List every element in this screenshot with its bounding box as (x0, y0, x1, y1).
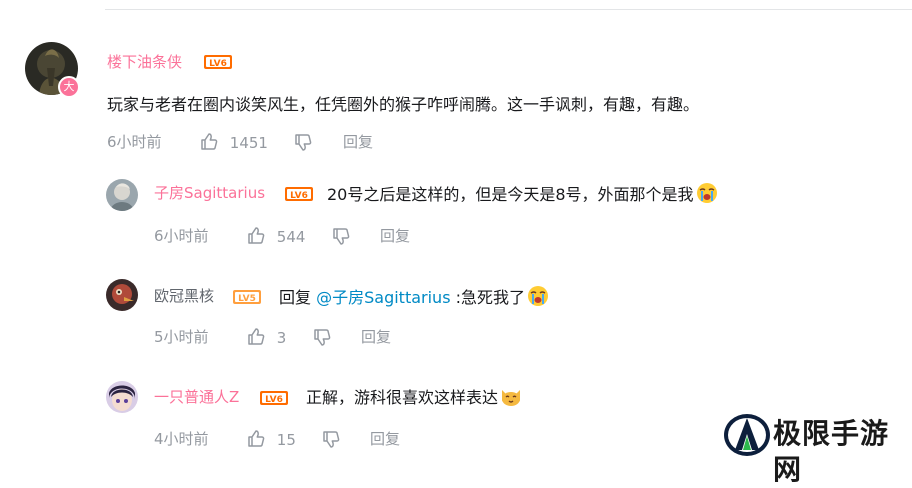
reply-content: :急死我了 (455, 288, 526, 307)
reply-content: 正解，游科很喜欢这样表达 (306, 388, 499, 407)
level-badge-icon: LV5 (233, 290, 261, 304)
like-count: 15 (276, 431, 296, 449)
like-icon (246, 429, 266, 449)
dislike-icon (331, 226, 351, 246)
crying-face-emoji (526, 284, 550, 308)
reply-text: 正解，游科很喜欢这样表达 (306, 384, 523, 410)
avatar[interactable] (106, 381, 138, 413)
vip-badge: 大 (58, 76, 80, 98)
reply-text: 20号之后是这样的，但是今天是8号，外面那个是我 (327, 181, 719, 207)
reply-prefix: 回复 (279, 288, 312, 307)
comment-time: 5小时前 (154, 328, 209, 346)
reply-button[interactable]: 回复 (361, 327, 391, 347)
reply-text: 回复 @子房Sagittarius :急死我了 (279, 284, 550, 310)
avatar[interactable] (106, 279, 138, 311)
username[interactable]: 欧冠黑核 (154, 286, 214, 306)
watermark-text: 极限手游网 (773, 417, 890, 486)
comment-text: 玩家与老者在圈内谈笑风生，任凭圈外的猴子咋呼闹腾。这一手讽刺，有趣，有趣。 (107, 95, 700, 114)
username[interactable]: 子房Sagittarius (154, 183, 265, 203)
divider (105, 9, 912, 10)
comment-meta: 6小时前 1451 回复 (107, 132, 407, 152)
cat-face-emoji (499, 384, 523, 408)
dislike-button[interactable] (321, 429, 341, 450)
like-button[interactable]: 544 (246, 226, 305, 247)
dislike-button[interactable] (331, 226, 351, 247)
username[interactable]: 楼下油条侠 (107, 52, 182, 72)
level-badge-icon: LV6 (285, 187, 313, 201)
svg-text:LV6: LV6 (290, 191, 308, 201)
svg-text:LV6: LV6 (265, 395, 283, 405)
dislike-button[interactable] (293, 132, 313, 153)
reply-content: 20号之后是这样的，但是今天是8号，外面那个是我 (327, 185, 694, 204)
comment-time: 6小时前 (107, 133, 162, 151)
reply-button[interactable]: 回复 (343, 132, 373, 152)
user-mention-link[interactable]: @子房Sagittarius (316, 288, 450, 307)
comment-meta: 6小时前 544 回复 (154, 226, 454, 246)
level-badge-icon: LV6 (204, 55, 232, 69)
reply-button[interactable]: 回复 (380, 226, 410, 246)
dislike-button[interactable] (312, 327, 332, 348)
avatar[interactable] (106, 179, 138, 211)
like-count: 1451 (229, 134, 268, 152)
dislike-icon (312, 327, 332, 347)
watermark-logo-icon (723, 412, 771, 457)
level-badge-icon: LV6 (260, 391, 288, 405)
comment-time: 6小时前 (154, 227, 209, 245)
like-button[interactable]: 3 (246, 327, 286, 348)
svg-text:LV6: LV6 (209, 59, 227, 69)
like-icon (199, 132, 219, 152)
like-button[interactable]: 1451 (199, 132, 268, 153)
dislike-icon (321, 429, 341, 449)
watermark: 极限手游网 (721, 410, 912, 486)
username[interactable]: 一只普通人Z (154, 387, 239, 407)
like-count: 544 (276, 228, 306, 246)
reply-button[interactable]: 回复 (370, 429, 400, 449)
dislike-icon (293, 132, 313, 152)
comment-meta: 4小时前 15 回复 (154, 429, 454, 449)
comment-time: 4小时前 (154, 430, 209, 448)
svg-text:LV5: LV5 (238, 294, 256, 304)
like-icon (246, 327, 266, 347)
like-icon (246, 226, 266, 246)
like-button[interactable]: 15 (246, 429, 296, 450)
crying-face-emoji (695, 181, 719, 205)
like-count: 3 (276, 329, 287, 347)
comment-meta: 5小时前 3 回复 (154, 327, 454, 347)
